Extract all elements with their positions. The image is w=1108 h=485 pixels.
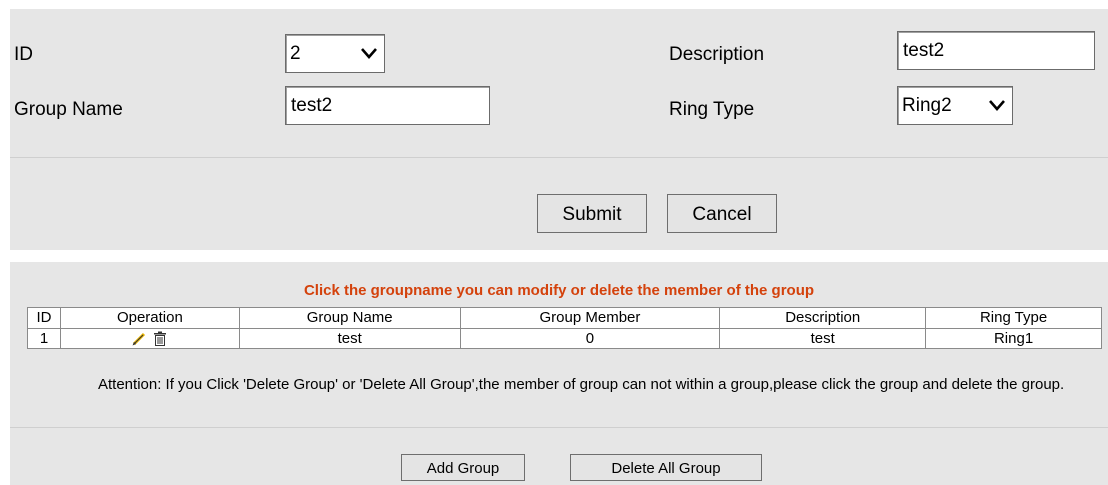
cell-group-member: 0 bbox=[459, 328, 721, 349]
id-select-value: 2 bbox=[290, 43, 301, 64]
cell-description: test bbox=[719, 328, 927, 349]
group-list-panel: Click the groupname you can modify or de… bbox=[10, 262, 1108, 485]
divider bbox=[10, 157, 1108, 158]
description-input[interactable]: test2 bbox=[897, 31, 1095, 70]
cell-group-name[interactable]: test bbox=[238, 328, 461, 349]
chevron-down-icon bbox=[989, 100, 1005, 111]
delete-all-group-button[interactable]: Delete All Group bbox=[570, 454, 762, 481]
add-group-button[interactable]: Add Group bbox=[401, 454, 525, 481]
column-header-ring-type: Ring Type bbox=[925, 307, 1102, 329]
ring-type-label: Ring Type bbox=[669, 99, 755, 120]
cell-ring-type: Ring1 bbox=[925, 328, 1102, 349]
submit-button[interactable]: Submit bbox=[537, 194, 647, 233]
group-name-label: Group Name bbox=[14, 99, 123, 120]
group-hint-text: Click the groupname you can modify or de… bbox=[303, 282, 815, 299]
cell-id: 1 bbox=[27, 328, 61, 349]
column-header-id: ID bbox=[27, 307, 61, 329]
ring-type-select-value: Ring2 bbox=[902, 95, 952, 116]
column-header-operation: Operation bbox=[59, 307, 240, 329]
column-header-group-member: Group Member bbox=[459, 307, 721, 329]
cancel-button[interactable]: Cancel bbox=[667, 194, 777, 233]
pencil-icon[interactable] bbox=[131, 331, 147, 347]
ring-type-select[interactable]: Ring2 bbox=[897, 86, 1013, 125]
table-header-row: ID Operation Group Name Group Member Des… bbox=[27, 307, 1102, 329]
column-header-description: Description bbox=[719, 307, 927, 329]
table-row: 1 test 0 test Ring1 bbox=[27, 328, 1102, 349]
cell-operation bbox=[59, 328, 240, 349]
divider bbox=[10, 427, 1108, 428]
id-select[interactable]: 2 bbox=[285, 34, 385, 73]
group-name-input[interactable]: test2 bbox=[285, 86, 490, 125]
description-label: Description bbox=[669, 44, 765, 65]
id-label: ID bbox=[14, 44, 33, 65]
chevron-down-icon bbox=[361, 48, 377, 59]
column-header-group-name: Group Name bbox=[238, 307, 461, 329]
group-table: ID Operation Group Name Group Member Des… bbox=[27, 307, 1102, 349]
trash-icon[interactable] bbox=[152, 331, 168, 347]
attention-text: Attention: If you Click 'Delete Group' o… bbox=[98, 376, 1065, 393]
group-form-panel: ID 2 Description test2 Group Name test2 … bbox=[10, 9, 1108, 250]
